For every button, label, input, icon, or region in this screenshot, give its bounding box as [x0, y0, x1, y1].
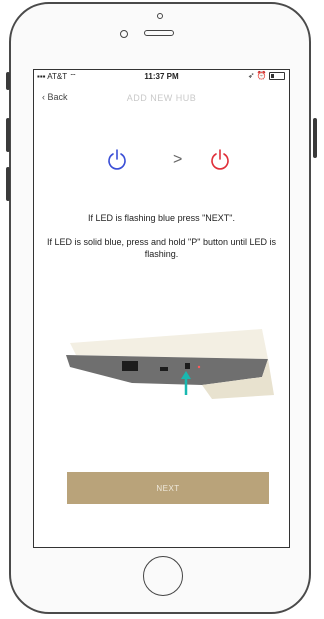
status-right-icons: ➶ ⏰: [248, 71, 285, 80]
page-title: ADD NEW HUB: [126, 93, 197, 103]
hub-device-illustration: [66, 329, 274, 399]
power-state-indicator: >: [34, 148, 289, 178]
status-bar: ▪▪▪ AT&T ⌔ 11:37 PM ➶ ⏰: [34, 70, 289, 84]
camera-dot: [157, 13, 163, 19]
instruction-text-2: If LED is solid blue, press and hold "P"…: [46, 237, 276, 259]
side-button-power: [313, 118, 317, 158]
nav-bar: ‹ Back ADD NEW HUB: [34, 84, 289, 110]
side-button-volume-up: [6, 118, 10, 152]
power-icon: [108, 149, 126, 170]
location-icon: ➶: [247, 71, 255, 80]
instruction-text-1: If LED is flashing blue press "NEXT".: [88, 213, 235, 223]
earpiece-speaker: [144, 30, 174, 36]
alarm-icon: ⏰: [256, 71, 267, 80]
app-screen: ▪▪▪ AT&T ⌔ 11:37 PM ➶ ⏰ ‹ Back ADD NEW H…: [33, 69, 290, 548]
power-icon: [211, 149, 229, 170]
side-button-mute: [6, 72, 10, 90]
chevron-right-icon: >: [173, 151, 183, 168]
front-camera: [120, 30, 128, 38]
side-button-volume-down: [6, 167, 10, 201]
home-button[interactable]: [143, 556, 183, 596]
battery-icon: [269, 71, 285, 80]
next-button[interactable]: NEXT: [67, 472, 269, 504]
